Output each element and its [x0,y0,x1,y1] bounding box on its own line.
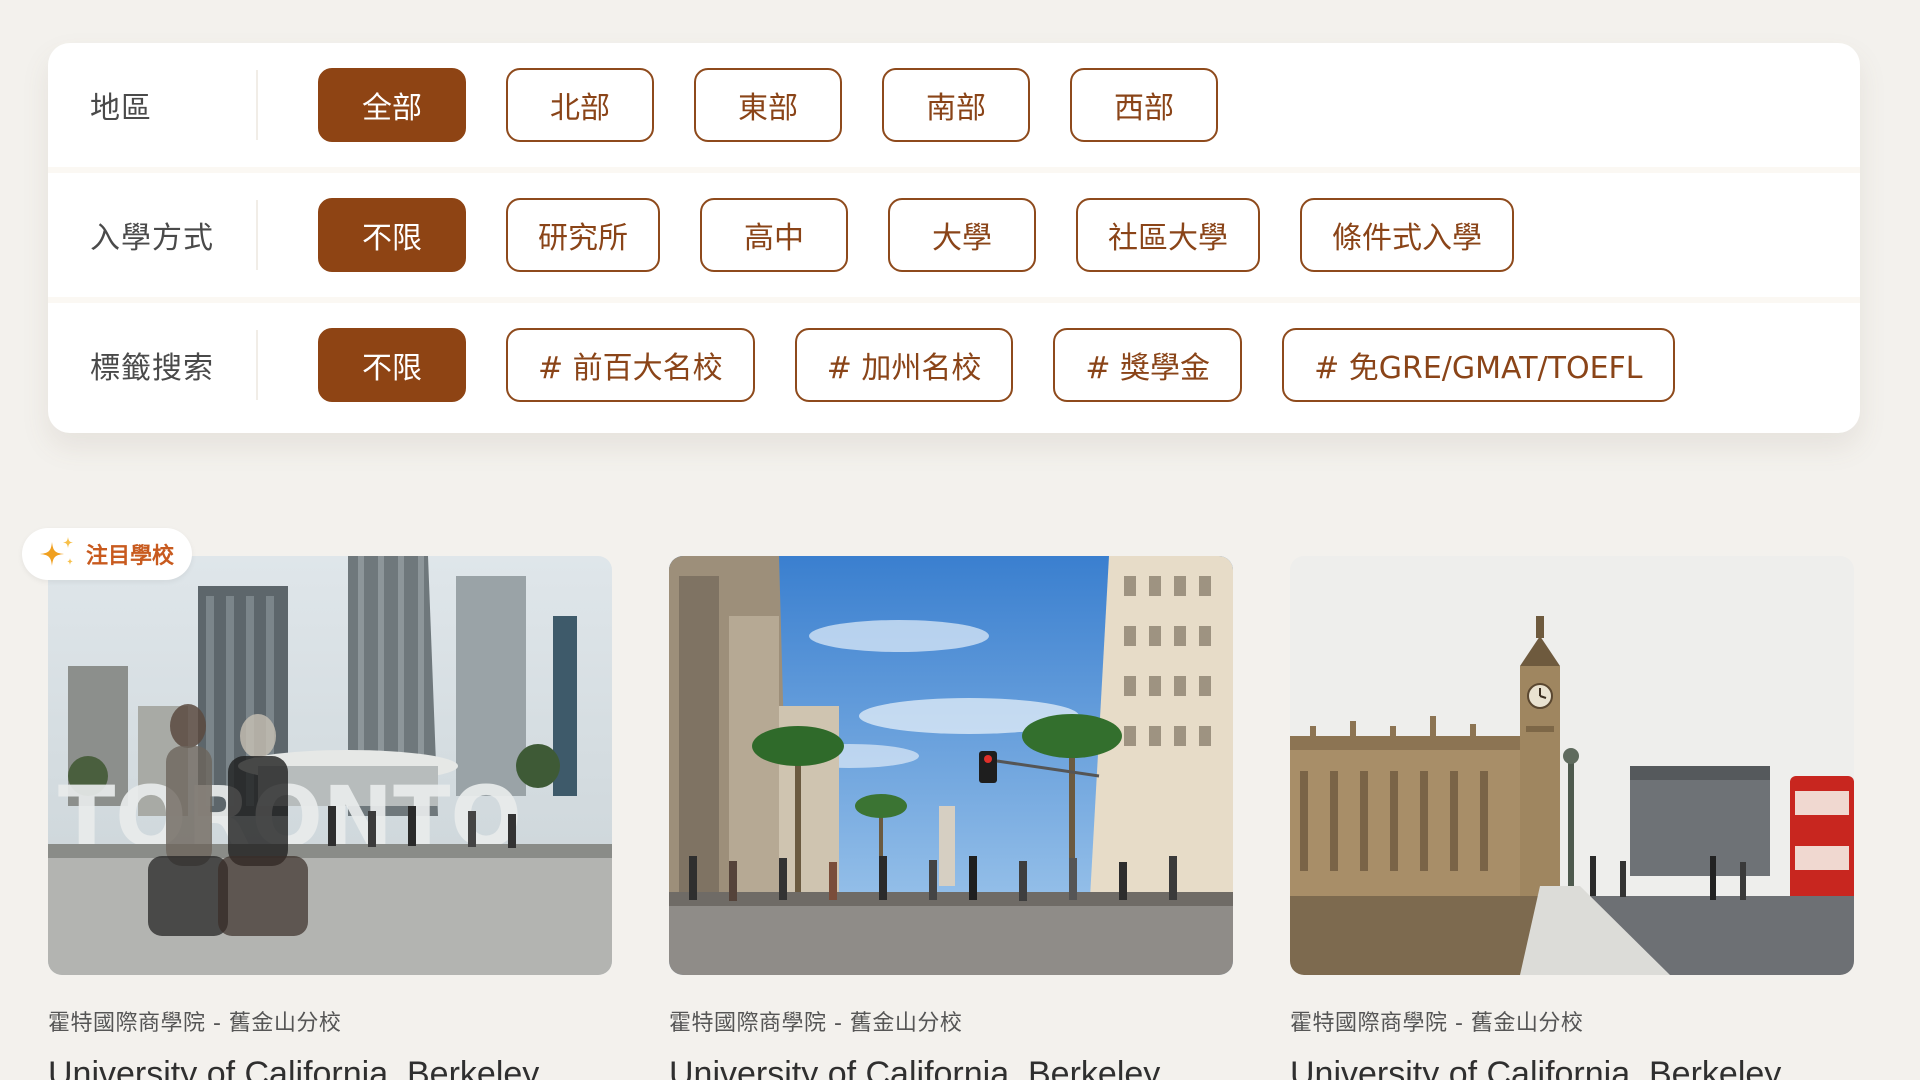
tag-chips: 不限 # 前百大名校 # 加州名校 # 獎學金 # 免GRE/GMAT/TOEF… [318,328,1715,402]
divider [256,330,258,400]
card-subtitle: 霍特國際商學院 - 舊金山分校 [1290,1011,1584,1036]
chip-admission-any[interactable]: 不限 [318,198,466,272]
chip-tag-no-tests[interactable]: # 免GRE/GMAT/TOEFL [1282,328,1675,402]
filter-label-region: 地區 [90,91,152,126]
filter-row-region: 地區 全部 北部 東部 南部 西部 [48,43,1860,167]
divider [256,200,258,270]
filter-label-tags: 標籤搜索 [90,351,214,386]
admission-chips: 不限 研究所 高中 大學 社區大學 條件式入學 [318,198,1554,272]
chip-admission-community-college[interactable]: 社區大學 [1076,198,1260,272]
card-image-toronto[interactable]: TORONTO [48,556,612,975]
featured-school-badge: 注目學校 [22,528,193,580]
school-card[interactable]: TORONTO 霍特國際商學院 - 舊金山分校 University of Ca… [48,556,612,1080]
chip-region-west[interactable]: 西部 [1070,68,1218,142]
chip-region-north[interactable]: 北部 [506,68,654,142]
chip-region-east[interactable]: 東部 [694,68,842,142]
chip-tag-california[interactable]: # 加州名校 [794,328,1014,402]
school-card[interactable]: 霍特國際商學院 - 舊金山分校 University of California… [669,556,1233,1080]
card-title[interactable]: University of California, Berkeley [1290,1055,1854,1080]
divider [256,70,258,140]
card-image-london[interactable] [1290,556,1854,975]
chip-tag-any[interactable]: 不限 [318,328,466,402]
sparkle-icon [40,537,73,566]
chip-admission-conditional[interactable]: 條件式入學 [1300,198,1514,272]
card-title[interactable]: University of California, Berkeley [48,1055,612,1080]
card-image-los-angeles[interactable] [669,556,1233,975]
card-subtitle: 霍特國際商學院 - 舊金山分校 [48,1011,342,1036]
card-title[interactable]: University of California, Berkeley [669,1055,1233,1080]
chip-admission-university[interactable]: 大學 [888,198,1036,272]
chip-tag-scholarship[interactable]: # 獎學金 [1053,328,1243,402]
region-chips: 全部 北部 東部 南部 西部 [318,68,1258,142]
chip-admission-graduate[interactable]: 研究所 [506,198,660,272]
school-card[interactable]: 霍特國際商學院 - 舊金山分校 University of California… [1290,556,1854,1080]
filter-panel: 地區 全部 北部 東部 南部 西部 入學方式 不限 研究所 高中 大學 社區大學… [48,43,1860,433]
chip-tag-top100[interactable]: # 前百大名校 [506,328,755,402]
chip-region-south[interactable]: 南部 [882,68,1030,142]
filter-row-tags: 標籤搜索 不限 # 前百大名校 # 加州名校 # 獎學金 # 免GRE/GMAT… [48,303,1860,427]
card-subtitle: 霍特國際商學院 - 舊金山分校 [669,1011,963,1036]
featured-badge-label: 注目學校 [86,544,175,569]
filter-label-admission: 入學方式 [90,221,214,256]
chip-region-all[interactable]: 全部 [318,68,466,142]
filter-row-admission: 入學方式 不限 研究所 高中 大學 社區大學 條件式入學 [48,173,1860,297]
chip-admission-highschool[interactable]: 高中 [700,198,848,272]
